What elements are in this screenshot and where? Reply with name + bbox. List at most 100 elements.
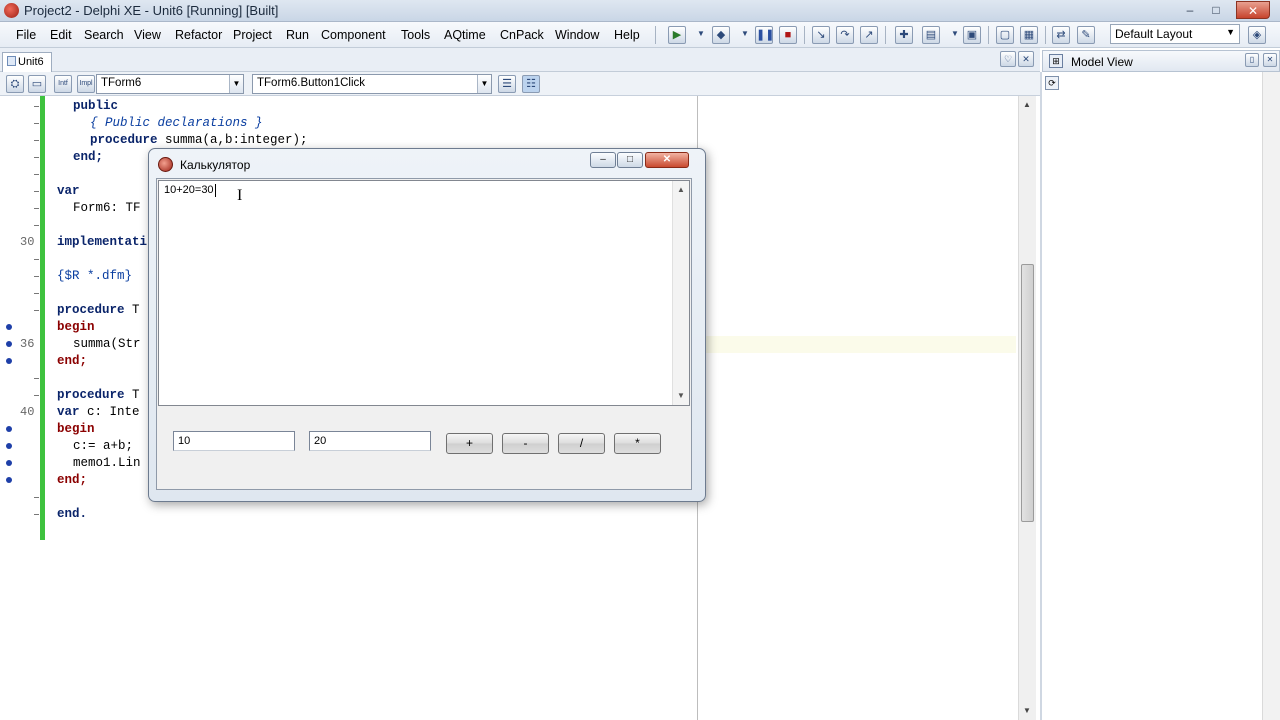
- menu-edit[interactable]: Edit: [50, 28, 72, 42]
- navigate-forward-icon[interactable]: ▭: [28, 75, 46, 93]
- text-caret: [215, 184, 216, 197]
- code-view-icon[interactable]: ☰: [498, 75, 516, 93]
- breakpoint-dot[interactable]: [6, 341, 12, 347]
- stop-icon[interactable]: ■: [779, 26, 797, 44]
- menu-help[interactable]: Help: [614, 28, 640, 42]
- method-combo[interactable]: TForm6.Button1Click ▼: [252, 74, 492, 94]
- toolbar-separator: [988, 26, 989, 44]
- scroll-down-icon[interactable]: ▼: [1023, 706, 1031, 715]
- scroll-up-icon[interactable]: ▲: [1023, 100, 1031, 109]
- pause-icon[interactable]: ❚❚: [755, 26, 774, 44]
- breakpoint-dot[interactable]: [6, 324, 12, 330]
- code-text: T: [124, 303, 140, 317]
- breakpoint-dot[interactable]: [6, 358, 12, 364]
- code-line: procedure summa(a,b:integer);: [90, 133, 308, 147]
- scrollbar-thumb[interactable]: [1021, 264, 1034, 522]
- menu-project[interactable]: Project: [233, 28, 272, 42]
- open-dropdown-icon[interactable]: ▼: [946, 26, 964, 44]
- minimize-button[interactable]: –: [1177, 1, 1203, 19]
- maximize-button[interactable]: □: [1203, 1, 1229, 19]
- open-project-icon[interactable]: ▤: [922, 26, 940, 44]
- calculator-title: Калькулятор: [180, 158, 251, 172]
- divide-button[interactable]: /: [558, 433, 605, 454]
- scroll-up-icon[interactable]: ▲: [677, 185, 685, 194]
- close-button[interactable]: ✕: [1236, 1, 1270, 19]
- code-line: begin: [57, 320, 95, 334]
- plus-button[interactable]: +: [446, 433, 493, 454]
- menu-tools[interactable]: Tools: [401, 28, 430, 42]
- pin-icon[interactable]: ▯: [1245, 53, 1259, 67]
- memo-line: 10+20=30: [164, 184, 214, 196]
- close-tab-icon[interactable]: ✕: [1018, 51, 1034, 67]
- save-icon[interactable]: ▣: [963, 26, 981, 44]
- menu-search[interactable]: Search: [84, 28, 124, 42]
- code-line: end;: [57, 354, 88, 368]
- gutter-mark: [34, 514, 39, 515]
- multiply-button[interactable]: *: [614, 433, 661, 454]
- gutter-mark: [34, 259, 39, 260]
- tab-unit6[interactable]: Unit6: [2, 52, 52, 72]
- editor-tab-row: ♡ ✕: [0, 48, 1040, 72]
- result-memo[interactable]: [158, 180, 690, 406]
- run-dropdown-icon[interactable]: ▼: [692, 26, 710, 44]
- code-line: end.: [57, 507, 88, 521]
- code-keyword: procedure: [90, 133, 158, 147]
- toolbar-separator: [655, 26, 656, 44]
- code-line: var: [57, 184, 80, 198]
- menu-refactor[interactable]: Refactor: [175, 28, 222, 42]
- navigate-back-icon[interactable]: ⛭: [6, 75, 24, 93]
- tab-list-icon[interactable]: ♡: [1000, 51, 1016, 67]
- breakpoint-dot[interactable]: [6, 477, 12, 483]
- code-text: summa(a,b:integer);: [157, 133, 308, 147]
- run-without-debug-icon[interactable]: ◆: [712, 26, 730, 44]
- breakpoint-dot[interactable]: [6, 443, 12, 449]
- operand-b-input[interactable]: 20: [309, 431, 431, 451]
- refresh-model-icon[interactable]: ⟳: [1045, 76, 1059, 90]
- desktop-layout-select[interactable]: Default Layout ▼: [1110, 24, 1240, 44]
- gutter-mark: [34, 157, 39, 158]
- operand-a-input[interactable]: 10: [173, 431, 295, 451]
- calculator-maximize-button[interactable]: □: [617, 152, 643, 168]
- breakpoint-dot[interactable]: [6, 426, 12, 432]
- view-unit-icon[interactable]: ▢: [996, 26, 1014, 44]
- save-desktop-icon[interactable]: ◈: [1248, 26, 1266, 44]
- line-number: 40: [20, 405, 35, 419]
- step-over-icon[interactable]: ↷: [836, 26, 854, 44]
- class-combo[interactable]: TForm6 ▼: [96, 74, 244, 94]
- menu-run[interactable]: Run: [286, 28, 309, 42]
- minus-button[interactable]: -: [502, 433, 549, 454]
- menu-aqtime[interactable]: AQtime: [444, 28, 486, 42]
- menu-view[interactable]: View: [134, 28, 161, 42]
- menu-cnpack[interactable]: CnPack: [500, 28, 544, 42]
- run-icon[interactable]: ▶: [668, 26, 686, 44]
- gutter-mark: [34, 293, 39, 294]
- intf-icon[interactable]: Intf: [54, 75, 72, 93]
- close-panel-icon[interactable]: ✕: [1263, 53, 1277, 67]
- desktop-icon[interactable]: ✎: [1077, 26, 1095, 44]
- code-line: var c: Inte: [57, 405, 140, 419]
- menu-component[interactable]: Component: [321, 28, 386, 42]
- menu-window[interactable]: Window: [555, 28, 599, 42]
- run-options-dropdown-icon[interactable]: ▼: [736, 26, 754, 44]
- trace-into-icon[interactable]: ↘: [812, 26, 830, 44]
- impl-icon[interactable]: Impl: [77, 75, 95, 93]
- code-keyword: var: [57, 405, 80, 419]
- design-view-icon[interactable]: ☷: [522, 75, 540, 93]
- scroll-down-icon[interactable]: ▼: [677, 391, 685, 400]
- code-line: begin: [57, 422, 95, 436]
- editor-vertical-scrollbar[interactable]: ▲ ▼: [1018, 96, 1036, 720]
- run-to-cursor-icon[interactable]: ↗: [860, 26, 878, 44]
- code-line: end;: [57, 473, 88, 487]
- breakpoint-dot[interactable]: [6, 460, 12, 466]
- toggle-form-unit-icon[interactable]: ⇄: [1052, 26, 1070, 44]
- model-view-scrollbar[interactable]: [1262, 72, 1280, 720]
- calculator-close-button[interactable]: ✕: [645, 152, 689, 168]
- menu-file[interactable]: File: [16, 28, 36, 42]
- desktop-layout-value: Default Layout: [1115, 27, 1193, 41]
- new-items-icon[interactable]: ✚: [895, 26, 913, 44]
- memo-vertical-scrollbar[interactable]: ▲ ▼: [672, 181, 689, 405]
- window-title: Project2 - Delphi XE - Unit6 [Running] […: [24, 3, 279, 18]
- calculator-minimize-button[interactable]: –: [590, 152, 616, 168]
- view-form-icon[interactable]: ▦: [1020, 26, 1038, 44]
- modified-lines-bar: [40, 96, 45, 540]
